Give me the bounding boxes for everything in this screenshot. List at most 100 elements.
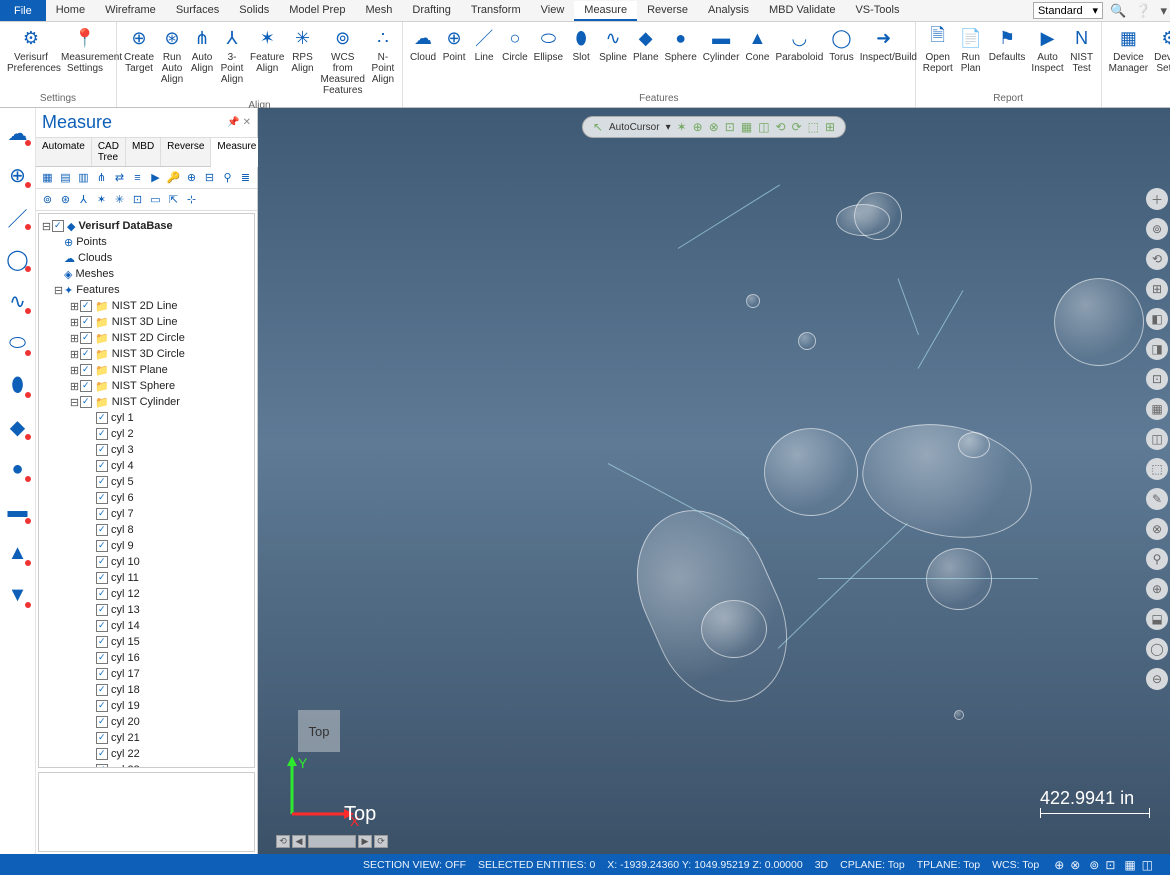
ribbon-plane[interactable]: ◆Plane [630,24,662,65]
tree-node[interactable]: cyl 6 [41,490,252,506]
tree-node[interactable]: ⊟✦Features [41,282,252,298]
tree-node[interactable]: cyl 22 [41,746,252,762]
tree-node[interactable]: cyl 19 [41,698,252,714]
circle-tool-icon[interactable]: ◯ [5,246,31,272]
menu-tab-mesh[interactable]: Mesh [355,1,402,21]
tree-node[interactable]: ◈Meshes [41,266,252,282]
tree-node[interactable]: cyl 13 [41,602,252,618]
ribbon-auto-align[interactable]: ⋔Auto Align [187,24,217,76]
ribbon-cloud[interactable]: ☁Cloud [407,24,439,65]
menu-tab-surfaces[interactable]: Surfaces [166,1,229,21]
ribbon-verisurf-preferences[interactable]: ⚙Verisurf Preferences [4,24,58,76]
tree-node[interactable]: ⊟📁NIST Cylinder [41,394,252,410]
tree-node[interactable]: cyl 17 [41,666,252,682]
tree-node[interactable]: cyl 18 [41,682,252,698]
tree-node[interactable]: ⊟◆Verisurf DataBase [41,218,252,234]
tree-node[interactable]: cyl 8 [41,522,252,538]
tree-node[interactable]: cyl 2 [41,426,252,442]
tree-node[interactable]: ⊕Points [41,234,252,250]
tree-node[interactable]: cyl 23 [41,762,252,768]
ribbon-auto-inspect[interactable]: ▶Auto Inspect [1028,24,1066,76]
ribbon-circle[interactable]: ○Circle [499,24,531,65]
view-style-combo[interactable]: Standard▾ [1033,2,1103,19]
tree-node[interactable]: cyl 14 [41,618,252,634]
slot-tool-icon[interactable]: ⬮ [5,372,31,398]
menu-tab-reverse[interactable]: Reverse [637,1,698,21]
panel-tab-reverse[interactable]: Reverse [161,138,211,166]
tree-node[interactable]: cyl 4 [41,458,252,474]
tree-node[interactable]: ⊞📁NIST 3D Line [41,314,252,330]
ribbon-run-auto-align[interactable]: ⊛Run Auto Align [157,24,187,87]
ribbon-ellipse[interactable]: ⬭Ellipse [531,24,566,65]
status-tplane[interactable]: TPLANE: Top [917,859,980,871]
ribbon-n-point-align[interactable]: ∴N-Point Align [368,24,398,87]
ribbon-sphere[interactable]: ●Sphere [662,24,700,65]
menu-tab-solids[interactable]: Solids [229,1,279,21]
cylinder-tool-icon[interactable]: ▬ [5,498,31,524]
menu-tab-view[interactable]: View [531,1,575,21]
menu-tab-wireframe[interactable]: Wireframe [95,1,166,21]
ribbon-3-point-align[interactable]: ⅄3-Point Align [217,24,247,87]
ribbon-device-manager[interactable]: ▦Device Manager [1106,24,1151,76]
menu-tab-transform[interactable]: Transform [461,1,531,21]
panel-tab-mbd[interactable]: MBD [126,138,161,166]
menu-tab-home[interactable]: Home [46,1,95,21]
menu-tab-drafting[interactable]: Drafting [402,1,461,21]
tree-node[interactable]: ⊞📁NIST 2D Circle [41,330,252,346]
status-wcs[interactable]: WCS: Top [992,859,1039,871]
pin-icon[interactable]: 📌 [227,117,239,128]
ribbon-feature-align[interactable]: ✶Feature Align [247,24,287,76]
search-icon[interactable]: 🔍 [1110,3,1126,18]
panel-tab-cad-tree[interactable]: CAD Tree [92,138,126,166]
tree-node[interactable]: cyl 16 [41,650,252,666]
tree-node[interactable]: ☁Clouds [41,250,252,266]
ellipse-tool-icon[interactable]: ⬭ [5,330,31,356]
point-tool-icon[interactable]: ⊕ [5,162,31,188]
tree-node[interactable]: cyl 5 [41,474,252,490]
ribbon-paraboloid[interactable]: ◡Paraboloid [772,24,826,65]
ribbon-nist-test[interactable]: NNIST Test [1067,24,1097,76]
panel-tab-measure[interactable]: Measure [211,138,263,167]
expand-icon[interactable]: ▾ [1160,3,1167,18]
triad-cube[interactable]: Top [298,710,340,752]
cursor-icon[interactable]: ↖ [593,120,603,134]
menu-tab-model-prep[interactable]: Model Prep [279,1,355,21]
ribbon-point[interactable]: ⊕Point [439,24,469,65]
tree-node[interactable]: cyl 21 [41,730,252,746]
status-cplane[interactable]: CPLANE: Top [840,859,905,871]
tree-node[interactable]: cyl 15 [41,634,252,650]
tree-node[interactable]: cyl 12 [41,586,252,602]
tree-node[interactable]: cyl 3 [41,442,252,458]
ribbon-create-target[interactable]: ⊕Create Target [121,24,157,76]
ribbon-defaults[interactable]: ⚑Defaults [986,24,1029,65]
ribbon-run-plan[interactable]: 📄Run Plan [956,24,986,76]
file-menu[interactable]: File [0,0,46,21]
tree-node[interactable]: ⊞📁NIST 3D Circle [41,346,252,362]
tree-node[interactable]: cyl 9 [41,538,252,554]
tree-node[interactable]: ⊞📁NIST 2D Line [41,298,252,314]
ribbon-wcs-from-measured-features[interactable]: ⊚WCS from Measured Features [317,24,367,98]
viewport-toolbar[interactable]: ↖ AutoCursor▾ ✶⊕ ⊗⊡ ▦◫ ⟲⟳ ⬚⊞ [582,116,846,138]
line-tool-icon[interactable]: ／ [5,204,31,230]
menu-tab-analysis[interactable]: Analysis [698,1,759,21]
ribbon-cone[interactable]: ▲Cone [742,24,772,65]
probe-tool-icon[interactable]: ▼ [5,582,31,608]
ribbon-open-report[interactable]: 🗎Open Report [920,24,956,76]
status-mode[interactable]: 3D [815,859,828,871]
cone-tool-icon[interactable]: ▲ [5,540,31,566]
viewport-scroll[interactable]: ⟲◀▶⟳ [276,835,388,848]
menu-tab-mbd-validate[interactable]: MBD Validate [759,1,845,21]
ribbon-device-setup[interactable]: ⚙Device Setup [1151,24,1170,76]
close-icon[interactable]: ✕ [243,117,251,128]
tree-node[interactable]: cyl 11 [41,570,252,586]
tree-node[interactable]: cyl 1 [41,410,252,426]
ribbon-spline[interactable]: ∿Spline [596,24,630,65]
ribbon-torus[interactable]: ◯Torus [826,24,856,65]
menu-tab-measure[interactable]: Measure [574,1,637,21]
help-icon[interactable]: ❔ [1135,3,1151,18]
ribbon-measurement-settings[interactable]: 📍Measurement Settings [58,24,112,76]
feature-tree[interactable]: ⊟◆Verisurf DataBase⊕Points☁Clouds◈Meshes… [38,213,255,768]
tree-node[interactable]: cyl 7 [41,506,252,522]
spline-tool-icon[interactable]: ∿ [5,288,31,314]
ribbon-cylinder[interactable]: ▬Cylinder [700,24,743,65]
